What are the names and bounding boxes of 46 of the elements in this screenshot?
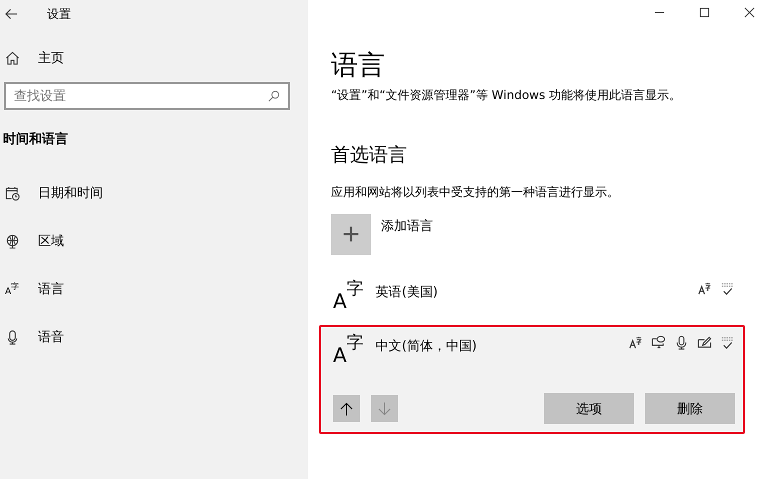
sidebar-item[interactable]: 区域 — [0, 217, 308, 265]
sidebar-item[interactable]: 日期和时间 — [0, 169, 308, 217]
microphone-icon — [5, 330, 20, 344]
globe-icon — [5, 234, 20, 248]
nav-label: 日期和时间 — [38, 185, 103, 202]
window-title: 设置 — [47, 6, 71, 22]
nav-label: 语言 — [38, 281, 64, 298]
microphone-icon — [674, 335, 689, 350]
page-description: “设置”和“文件资源管理器”等 Windows 功能将使用此语言显示。 — [331, 87, 682, 104]
home-icon — [5, 50, 20, 66]
section-heading: 首选语言 — [331, 143, 408, 168]
language-item[interactable]: A$^{字}$ 英语(美国) — [319, 271, 745, 321]
language-name: 中文(简体，中国) — [376, 338, 478, 355]
display-language-icon — [628, 335, 643, 350]
add-button[interactable]: + — [331, 214, 371, 255]
nav-label: 区域 — [38, 233, 64, 250]
move-up-button[interactable] — [333, 395, 360, 422]
language-icon: A$^{字}$ — [5, 282, 20, 296]
up-arrow-icon — [340, 400, 353, 416]
nav-label: 语音 — [38, 329, 64, 346]
action-button[interactable]: 选项 — [544, 393, 634, 424]
language-name: 英语(美国) — [376, 284, 439, 301]
spell-check-icon — [720, 335, 735, 350]
language-icon: A$^{字}$ — [333, 281, 364, 311]
sidebar-item[interactable]: 语音 — [0, 313, 308, 361]
close-icon[interactable] — [744, 7, 755, 18]
pen-tablet-icon — [697, 335, 712, 350]
down-arrow-icon — [378, 400, 391, 416]
nav-label: 主页 — [38, 50, 64, 67]
search-icon — [268, 90, 280, 102]
speech-bubble-monitor-icon — [651, 335, 666, 350]
home-nav-item[interactable]: 主页 — [0, 42, 308, 74]
section-heading: 时间和语言 — [2, 130, 69, 149]
language-icon: A$^{字}$ — [333, 335, 364, 365]
sidebar-item[interactable]: A$^{字}$ 语言 — [0, 265, 308, 313]
section-description: 应用和网站将以列表中受支持的第一种语言进行显示。 — [331, 184, 620, 201]
action-button[interactable]: 删除 — [645, 393, 735, 424]
spell-check-icon — [720, 281, 735, 296]
page-title: 语言 — [331, 49, 386, 83]
maximize-icon[interactable] — [699, 7, 710, 18]
search-field[interactable]: 查找设置 — [4, 82, 290, 110]
language-item[interactable]: A$^{字}$ 中文(简体，中国) 选项 删除 — [319, 325, 745, 434]
back-arrow-icon[interactable] — [5, 8, 18, 20]
add-language-label[interactable]: 添加语言 — [381, 217, 433, 235]
display-language-icon — [697, 281, 712, 296]
calendar-clock-icon — [5, 186, 20, 200]
